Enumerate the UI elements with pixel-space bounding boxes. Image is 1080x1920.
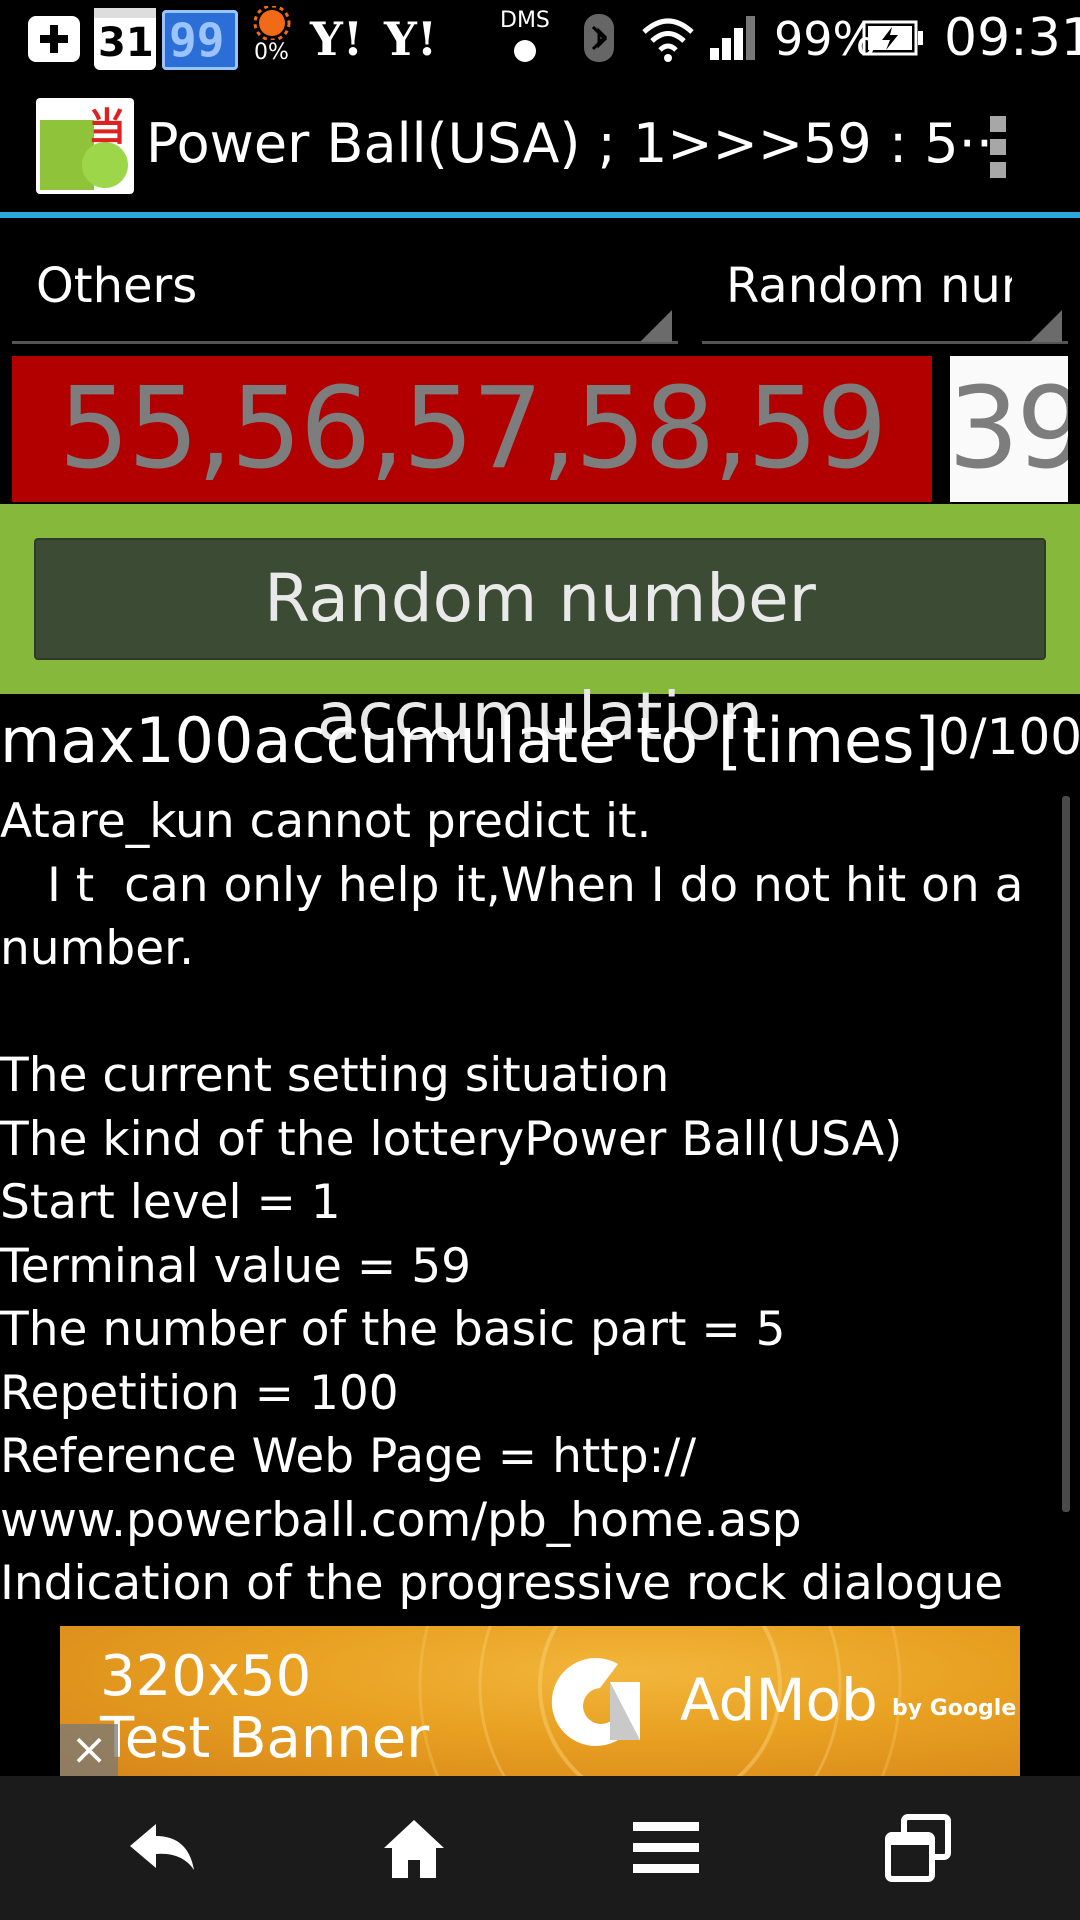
accumulate-label: max100accumulate to [times] <box>0 704 939 777</box>
accumulate-progress: 0/100 <box>938 708 1080 766</box>
ad-banner[interactable]: 320x50 Test Banner AdMob by Google × <box>60 1626 1020 1776</box>
dms-label: DMS <box>500 8 550 33</box>
ad-by-google: by Google <box>892 1696 1017 1721</box>
yahoo-icon-2: Y! <box>384 12 438 66</box>
lottery-type-value: Others <box>36 258 198 314</box>
wifi-icon <box>640 14 696 64</box>
lottery-type-spinner[interactable]: Others <box>12 230 678 344</box>
status-bar: 31 99 0% Y! Y! DMS 99% 09:31 <box>0 0 1080 76</box>
spinner-dropdown-icon <box>640 310 672 342</box>
menu-button[interactable] <box>576 1776 756 1920</box>
back-button[interactable] <box>72 1776 252 1920</box>
app-icon[interactable]: 当 <box>36 98 134 194</box>
admob-logo-icon <box>551 1658 640 1746</box>
random-number-accumulation-button[interactable]: Random number accumulation <box>34 538 1046 755</box>
ad-brand: AdMob <box>680 1666 878 1734</box>
action-bar: 当 Power Ball(USA) ; 1>>>59 : 5··· <box>0 78 1080 214</box>
recent-apps-button[interactable] <box>828 1776 1008 1920</box>
clock: 09:31 <box>944 8 1080 68</box>
result-count-box: 39 <box>950 356 1068 502</box>
result-count: 39 <box>950 364 1068 494</box>
calendar-day: 31 <box>98 20 154 66</box>
button-panel: Random number accumulation <box>0 504 1080 755</box>
home-icon <box>384 1820 444 1878</box>
bluetooth-icon <box>582 12 616 64</box>
back-icon <box>130 1824 194 1870</box>
weather-icon: 0% <box>250 4 296 66</box>
recent-apps-icon <box>885 1814 951 1882</box>
yahoo-icon: Y! <box>310 12 364 66</box>
ad-close-button[interactable]: × <box>60 1724 118 1776</box>
signal-icon <box>708 14 760 62</box>
calendar-icon: 31 <box>94 8 156 70</box>
app-icon-kanji: 当 <box>88 105 127 149</box>
add-notification-icon <box>28 16 80 62</box>
mode-value: Random num <box>726 258 1012 314</box>
action-bar-divider <box>0 212 1080 218</box>
spinner-underline <box>702 341 1068 344</box>
home-button[interactable] <box>324 1776 504 1920</box>
ad-size-label: 320x50 <box>100 1644 312 1709</box>
info-scrollbar[interactable] <box>1062 796 1070 1512</box>
spinner-dropdown-icon <box>1030 310 1062 342</box>
ad-test-label: Test Banner <box>100 1706 430 1771</box>
navigation-bar <box>0 1776 1080 1920</box>
overflow-menu-icon[interactable] <box>978 112 1018 182</box>
spinner-underline <box>12 341 678 344</box>
result-numbers-box: 55,56,57,58,59 <box>12 356 932 502</box>
info-text: Atare_kun cannot predict it. I t can onl… <box>0 794 1024 1626</box>
battery-charging-icon <box>862 20 924 56</box>
page-title: Power Ball(USA) ; 1>>>59 : 5··· <box>146 112 1011 175</box>
result-numbers: 55,56,57,58,59 <box>58 364 888 494</box>
counter-value: 99 <box>169 13 225 67</box>
info-panel[interactable]: Atare_kun cannot predict it. I t can onl… <box>0 790 1066 1626</box>
menu-icon <box>633 1822 699 1873</box>
counter-icon: 99 <box>162 10 238 70</box>
battery-percent: 99% <box>774 12 877 66</box>
dms-icon: DMS <box>496 8 556 68</box>
weather-percent: 0% <box>254 40 289 65</box>
mode-spinner[interactable]: Random num <box>702 230 1068 344</box>
